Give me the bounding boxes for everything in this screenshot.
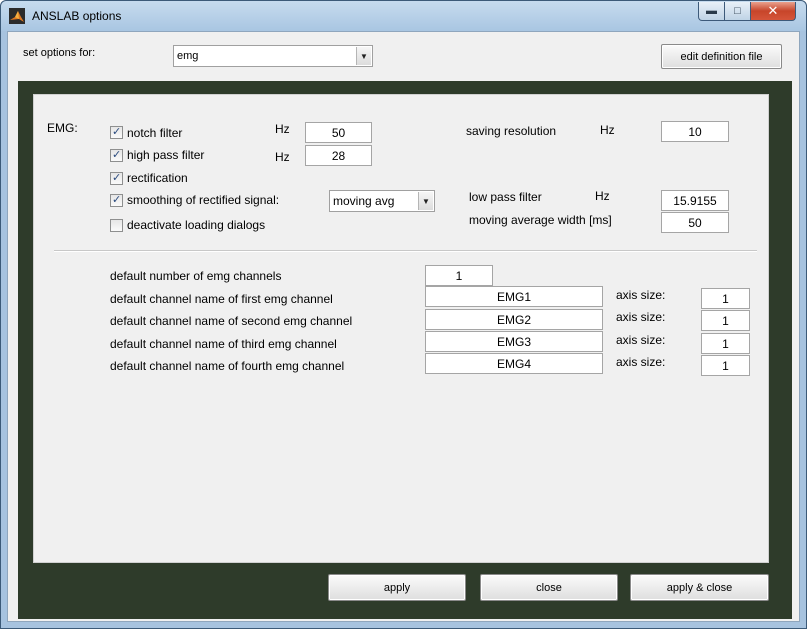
apply-label: apply [383, 581, 411, 594]
saving-resolution-input[interactable]: 10 [661, 121, 729, 142]
smoothing-label: smoothing of rectified signal: [127, 193, 280, 207]
close-button[interactable]: close [480, 574, 618, 601]
options-window: ANSLAB options ▬ □ ✕ set options for: em… [0, 0, 807, 629]
maximize-icon: □ [734, 5, 741, 17]
rectification-checkbox[interactable]: ✓ [110, 172, 123, 185]
high-pass-filter-checkbox[interactable]: ✓ [110, 149, 123, 162]
chevron-down-icon[interactable]: ▼ [356, 47, 371, 65]
high-pass-filter-label: high pass filter [127, 148, 205, 162]
low-pass-filter-unit: Hz [595, 189, 610, 203]
check-icon: ✓ [112, 172, 122, 184]
saving-resolution-unit: Hz [600, 123, 615, 137]
matlab-logo-icon [9, 8, 25, 24]
notch-filter-input[interactable]: 50 [305, 122, 372, 143]
channel-name-input[interactable]: EMG2 [425, 309, 603, 330]
notch-filter-label: notch filter [127, 126, 183, 140]
minimize-button[interactable]: ▬ [698, 2, 725, 21]
channel-name-input[interactable]: EMG1 [425, 286, 603, 307]
section-divider [54, 250, 757, 252]
axis-size-label: axis size: [616, 288, 666, 302]
notch-filter-unit: Hz [275, 122, 290, 136]
channel-name-label: default channel name of third emg channe… [110, 337, 337, 351]
low-pass-filter-label: low pass filter [469, 190, 542, 204]
emg-section-label: EMG: [47, 121, 78, 135]
moving-average-width-input[interactable]: 50 [661, 212, 729, 233]
axis-size-input[interactable]: 1 [701, 355, 750, 376]
dialog-client-area: set options for: emg ▼ edit definition f… [7, 31, 800, 622]
close-window-button[interactable]: ✕ [750, 2, 796, 21]
notch-filter-checkbox[interactable]: ✓ [110, 126, 123, 139]
module-select-value: emg [177, 50, 199, 62]
close-icon: ✕ [767, 3, 779, 18]
minimize-icon: ▬ [706, 5, 717, 17]
window-title: ANSLAB options [32, 9, 122, 23]
channel-name-input[interactable]: EMG3 [425, 331, 603, 352]
axis-size-label: axis size: [616, 333, 666, 347]
check-icon: ✓ [112, 149, 122, 161]
rectification-label: rectification [127, 171, 188, 185]
channel-name-label: default channel name of first emg channe… [110, 292, 333, 306]
axis-size-label: axis size: [616, 355, 666, 369]
module-select[interactable]: emg ▼ [173, 45, 373, 67]
channel-count-input[interactable]: 1 [425, 265, 493, 286]
axis-size-input[interactable]: 1 [701, 310, 750, 331]
set-options-label: set options for: [23, 47, 96, 59]
maximize-button[interactable]: □ [724, 2, 751, 21]
axis-size-label: axis size: [616, 310, 666, 324]
moving-average-width-label: moving average width [ms] [469, 213, 612, 227]
chevron-down-icon[interactable]: ▼ [418, 192, 433, 210]
edit-definition-file-label: edit definition file [680, 50, 763, 63]
channel-name-label: default channel name of second emg chann… [110, 314, 353, 328]
smoothing-checkbox[interactable]: ✓ [110, 194, 123, 207]
apply-and-close-label: apply & close [666, 581, 733, 594]
channel-name-label: default channel name of fourth emg chann… [110, 359, 345, 373]
high-pass-filter-input[interactable]: 28 [305, 145, 372, 166]
apply-and-close-button[interactable]: apply & close [630, 574, 769, 601]
close-label: close [536, 581, 562, 594]
title-bar[interactable]: ANSLAB options ▬ □ ✕ [1, 1, 806, 31]
axis-size-input[interactable]: 1 [701, 288, 750, 309]
low-pass-filter-input[interactable]: 15.9155 [661, 190, 729, 211]
emg-options-panel: EMG: ✓ notch filter Hz 50 ✓ high pass fi… [33, 94, 769, 563]
deactivate-dialogs-checkbox[interactable] [110, 219, 123, 232]
channel-name-input[interactable]: EMG4 [425, 353, 603, 374]
channel-count-label: default number of emg channels [110, 269, 282, 283]
apply-button[interactable]: apply [328, 574, 466, 601]
options-panel-frame: EMG: ✓ notch filter Hz 50 ✓ high pass fi… [18, 81, 792, 619]
smoothing-method-select[interactable]: moving avg ▼ [329, 190, 435, 212]
axis-size-input[interactable]: 1 [701, 333, 750, 354]
deactivate-dialogs-label: deactivate loading dialogs [127, 218, 266, 232]
high-pass-filter-unit: Hz [275, 150, 290, 164]
check-icon: ✓ [112, 126, 122, 138]
smoothing-method-value: moving avg [333, 194, 395, 208]
saving-resolution-label: saving resolution [466, 124, 557, 138]
edit-definition-file-button[interactable]: edit definition file [661, 44, 782, 69]
check-icon: ✓ [112, 194, 122, 206]
